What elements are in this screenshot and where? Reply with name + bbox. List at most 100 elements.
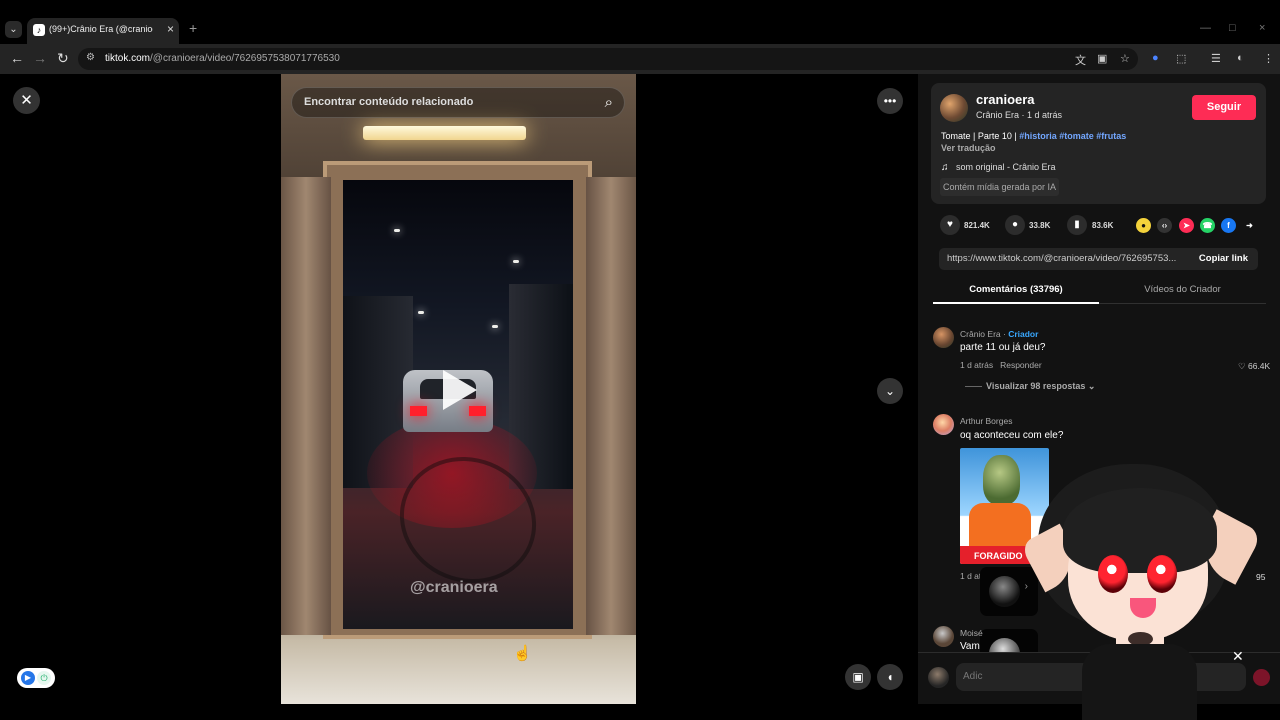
comment-count: 33.8K <box>1029 221 1051 230</box>
address-bar[interactable]: ⚙ tiktok.com/@cranioera/video/7626957538… <box>78 48 1138 70</box>
hand-cursor-icon: ☝ <box>513 645 532 662</box>
browser-tab-tiktok[interactable]: ♪ (99+)Crânio Era (@cranioera) | × <box>27 18 179 44</box>
floating-card-arrow-icon[interactable]: › <box>1025 581 1028 592</box>
comment-like-count[interactable]: ♡ 66.4K <box>1238 361 1270 372</box>
maximize-window-icon[interactable]: □ <box>1229 22 1236 34</box>
post-comment-button[interactable] <box>1253 669 1270 686</box>
creator-avatar[interactable] <box>940 94 968 122</box>
video-street-light <box>492 325 498 328</box>
comment-text: oq aconteceu com ele? <box>960 430 1064 441</box>
back-arrow-icon[interactable]: ← <box>10 50 24 66</box>
reload-icon[interactable]: ↻ <box>57 50 69 67</box>
ai-generated-media-label: Contém mídia gerada por IA <box>940 178 1060 196</box>
tab-comments[interactable]: Comentários (33796) <box>933 278 1099 304</box>
see-translation-link[interactable]: Ver tradução <box>941 143 996 153</box>
close-floating-card-icon[interactable]: ✕ <box>1232 648 1244 665</box>
follow-button[interactable]: Seguir <box>1192 95 1256 120</box>
video-frame[interactable]: Encontrar conteúdo relacionado ⌕ @cranio… <box>281 74 636 704</box>
floating-extension-widget[interactable]: ▶ ⏻ <box>17 668 55 688</box>
cast-icon[interactable]: ▣ <box>1097 52 1107 65</box>
comment-input-row: Adic <box>918 652 1280 704</box>
send-share-icon[interactable]: ➤ <box>1179 218 1194 233</box>
comment-time-partial: 1 d at <box>960 571 982 581</box>
meme-green-character-head <box>983 455 1020 505</box>
site-info-icon[interactable]: ⚙ <box>86 52 95 63</box>
more-share-arrow-icon[interactable]: ➜ <box>1242 218 1257 233</box>
url-host: tiktok.com <box>105 53 151 64</box>
like-count: 821.4K <box>964 221 990 230</box>
comment-bubble-icon[interactable]: ● <box>1005 215 1025 235</box>
comment-author-name[interactable]: Arthur Borges <box>960 416 1012 426</box>
video-car-tail-light <box>410 406 427 416</box>
search-icon[interactable]: ⌕ <box>605 94 613 111</box>
whatsapp-share-icon[interactable]: ☎ <box>1200 218 1215 233</box>
video-street-light <box>513 260 519 263</box>
comment-avatar[interactable] <box>933 327 954 348</box>
next-video-chevron-button[interactable]: ⌄ <box>877 378 903 404</box>
tab-search-chevron-icon[interactable]: ⌄ <box>5 21 22 38</box>
tiktok-video-player-area: ✕ Encontrar conteúdo relacionado ⌕ @cran… <box>0 74 918 704</box>
creator-username[interactable]: cranioera <box>976 92 1035 107</box>
like-heart-icon[interactable]: ♥ <box>940 215 960 235</box>
extension-shield-icon[interactable]: ● <box>1152 52 1159 64</box>
extension-power-icon[interactable]: ⏻ <box>37 671 51 685</box>
share-gold-icon[interactable]: ● <box>1136 218 1151 233</box>
floating-mini-card[interactable]: › <box>980 567 1038 616</box>
caption-text: Tomate | Parte 10 | <box>941 131 1020 141</box>
profile-avatar-icon[interactable]: ◐ <box>1237 52 1244 64</box>
browser-tab-title: (99+)Crânio Era (@cranioera) | <box>49 24 153 34</box>
comment-author-partial[interactable]: Moisé <box>960 628 983 638</box>
extension-blue-play-icon[interactable]: ▶ <box>21 671 35 685</box>
caption-hashtags[interactable]: #historia #tomate #frutas <box>1019 131 1126 141</box>
play-icon[interactable] <box>443 370 477 410</box>
facebook-share-icon[interactable]: f <box>1221 218 1236 233</box>
creator-subline: Crânio Era · 1 d atrás <box>976 110 1063 120</box>
video-caption: Tomate | Parte 10 | #historia #tomate #f… <box>941 131 1126 141</box>
comment-text: parte 11 ou já deu? <box>960 342 1046 353</box>
related-content-search[interactable]: Encontrar conteúdo relacionado ⌕ <box>291 87 625 118</box>
tiktok-details-panel: cranioera Crânio Era · 1 d atrás Seguir … <box>918 74 1280 704</box>
save-bookmark-icon[interactable]: ▮ <box>1067 215 1087 235</box>
comment-text-partial: Vam <box>960 641 980 652</box>
view-replies-button[interactable]: Visualizar 98 respostas ⌄ <box>965 381 1095 392</box>
extensions-puzzle-icon[interactable]: ⬚ <box>1176 52 1186 65</box>
more-options-button[interactable]: ••• <box>877 88 903 114</box>
floating-card-thumbnail <box>989 576 1020 607</box>
comment-input[interactable]: Adic <box>956 663 1246 691</box>
reply-button[interactable]: Responder <box>1000 360 1042 370</box>
volume-button[interactable]: ◖ <box>877 664 903 690</box>
tiktok-favicon-icon: ♪ <box>33 24 45 36</box>
new-tab-plus-icon[interactable]: + <box>189 20 197 36</box>
save-count: 83.6K <box>1092 221 1114 230</box>
music-note-icon: ♫ <box>941 162 949 173</box>
share-link-box: https://www.tiktok.com/@cranioera/video/… <box>939 248 1258 270</box>
comment-like-number: 66.4K <box>1247 361 1271 371</box>
browser-menu-icon[interactable]: ⋮ <box>1263 52 1274 65</box>
embed-code-icon[interactable]: ‹› <box>1157 218 1172 233</box>
comment-author-name[interactable]: Crânio Era <box>960 329 1001 339</box>
video-elevator-door-right <box>586 177 636 635</box>
video-watermark: @cranioera <box>410 579 498 596</box>
forward-arrow-icon[interactable]: → <box>33 50 47 66</box>
media-controls-icon[interactable]: ☰ <box>1211 52 1221 65</box>
translate-icon[interactable]: 文 <box>1075 52 1086 68</box>
copy-link-button[interactable]: Copiar link <box>1199 253 1248 264</box>
video-info-card: cranioera Crânio Era · 1 d atrás Seguir … <box>931 83 1266 204</box>
original-sound-link[interactable]: som original - Crânio Era <box>956 162 1056 172</box>
minimize-window-icon[interactable]: — <box>1200 22 1211 34</box>
comment-avatar[interactable] <box>933 626 954 647</box>
close-window-icon[interactable]: × <box>1259 22 1265 34</box>
bookmark-star-icon[interactable]: ☆ <box>1120 52 1130 65</box>
tab-creator-videos[interactable]: Vídeos do Criador <box>1099 278 1266 304</box>
share-link-url[interactable]: https://www.tiktok.com/@cranioera/video/… <box>947 253 1182 264</box>
comment-meta: 1 d atrás Responder <box>960 360 1042 370</box>
address-url[interactable]: tiktok.com/@cranioera/video/762695753807… <box>105 53 340 64</box>
comment-avatar[interactable] <box>933 414 954 435</box>
comment-image-grinch-meme[interactable]: FORAGIDO <box>960 448 1049 564</box>
close-tab-icon[interactable]: × <box>167 22 174 36</box>
engagement-actions: ♥ 821.4K ● 33.8K ▮ 83.6K ● ‹› ➤ ☎ f ➜ <box>931 214 1266 240</box>
view-replies-label: Visualizar 98 respostas <box>986 381 1086 391</box>
comment-author[interactable]: Crânio Era · Criador <box>960 329 1038 339</box>
picture-in-picture-button[interactable]: ▣ <box>845 664 871 690</box>
close-player-button[interactable]: ✕ <box>13 87 40 114</box>
